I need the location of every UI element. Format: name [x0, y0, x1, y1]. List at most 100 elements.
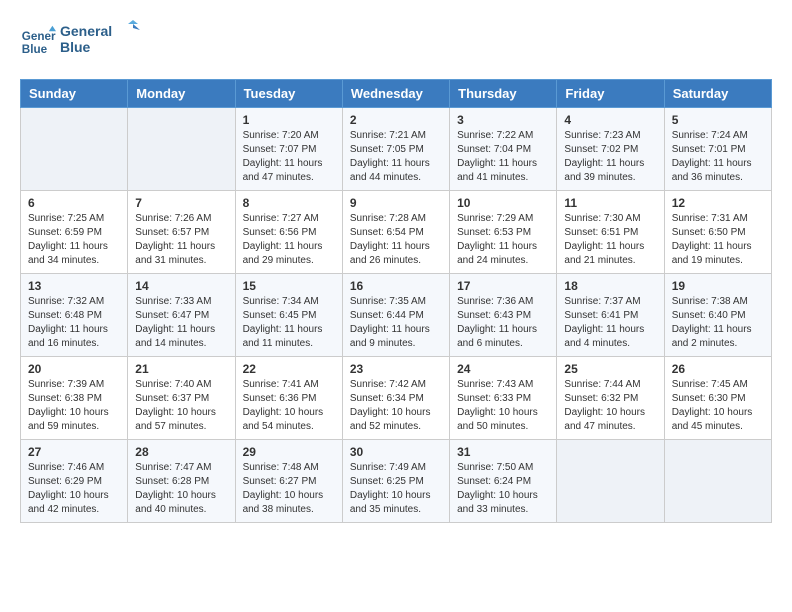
day-info: Sunrise: 7:38 AM Sunset: 6:40 PM Dayligh… [672, 295, 764, 351]
calendar-cell: 4 Sunrise: 7:23 AM Sunset: 7:02 PM Daylig… [557, 108, 664, 191]
calendar-cell: 25 Sunrise: 7:44 AM Sunset: 6:32 PM Dayli… [557, 357, 664, 440]
calendar-cell: 19 Sunrise: 7:38 AM Sunset: 6:40 PM Dayli… [664, 274, 771, 357]
calendar-cell: 7 Sunrise: 7:26 AM Sunset: 6:57 PM Daylig… [128, 191, 235, 274]
day-of-week-header: Wednesday [342, 80, 449, 108]
calendar-cell: 20 Sunrise: 7:39 AM Sunset: 6:38 PM Dayli… [21, 357, 128, 440]
day-info: Sunrise: 7:39 AM Sunset: 6:38 PM Dayligh… [28, 378, 120, 434]
day-of-week-header: Thursday [450, 80, 557, 108]
day-info: Sunrise: 7:47 AM Sunset: 6:28 PM Dayligh… [135, 461, 227, 517]
day-number: 4 [564, 113, 656, 127]
day-number: 10 [457, 196, 549, 210]
day-number: 18 [564, 279, 656, 293]
calendar-cell: 18 Sunrise: 7:37 AM Sunset: 6:41 PM Dayli… [557, 274, 664, 357]
day-info: Sunrise: 7:25 AM Sunset: 6:59 PM Dayligh… [28, 212, 120, 268]
calendar-cell [128, 108, 235, 191]
calendar-cell: 16 Sunrise: 7:35 AM Sunset: 6:44 PM Dayli… [342, 274, 449, 357]
logo-graphic: General Blue [60, 20, 140, 58]
svg-text:General: General [60, 23, 112, 39]
day-of-week-header: Tuesday [235, 80, 342, 108]
day-info: Sunrise: 7:44 AM Sunset: 6:32 PM Dayligh… [564, 378, 656, 434]
day-number: 17 [457, 279, 549, 293]
day-info: Sunrise: 7:30 AM Sunset: 6:51 PM Dayligh… [564, 212, 656, 268]
calendar-cell [557, 440, 664, 523]
day-of-week-header: Friday [557, 80, 664, 108]
calendar-cell: 21 Sunrise: 7:40 AM Sunset: 6:37 PM Dayli… [128, 357, 235, 440]
calendar-cell: 1 Sunrise: 7:20 AM Sunset: 7:07 PM Daylig… [235, 108, 342, 191]
calendar-cell: 30 Sunrise: 7:49 AM Sunset: 6:25 PM Dayli… [342, 440, 449, 523]
day-number: 2 [350, 113, 442, 127]
calendar-cell: 11Sunrise: 7:30 AM Sunset: 6:51 PM Dayli… [557, 191, 664, 274]
day-number: 12 [672, 196, 764, 210]
day-of-week-header: Saturday [664, 80, 771, 108]
day-number: 20 [28, 362, 120, 376]
calendar-table: SundayMondayTuesdayWednesdayThursdayFrid… [20, 79, 772, 523]
day-info: Sunrise: 7:28 AM Sunset: 6:54 PM Dayligh… [350, 212, 442, 268]
day-info: Sunrise: 7:21 AM Sunset: 7:05 PM Dayligh… [350, 129, 442, 185]
day-info: Sunrise: 7:32 AM Sunset: 6:48 PM Dayligh… [28, 295, 120, 351]
day-number: 15 [243, 279, 335, 293]
day-info: Sunrise: 7:31 AM Sunset: 6:50 PM Dayligh… [672, 212, 764, 268]
calendar-cell: 29Sunrise: 7:48 AM Sunset: 6:27 PM Dayli… [235, 440, 342, 523]
day-info: Sunrise: 7:33 AM Sunset: 6:47 PM Dayligh… [135, 295, 227, 351]
calendar-cell: 31Sunrise: 7:50 AM Sunset: 6:24 PM Dayli… [450, 440, 557, 523]
calendar-cell: 12 Sunrise: 7:31 AM Sunset: 6:50 PM Dayli… [664, 191, 771, 274]
day-info: Sunrise: 7:35 AM Sunset: 6:44 PM Dayligh… [350, 295, 442, 351]
day-number: 19 [672, 279, 764, 293]
day-info: Sunrise: 7:27 AM Sunset: 6:56 PM Dayligh… [243, 212, 335, 268]
day-number: 3 [457, 113, 549, 127]
day-number: 28 [135, 445, 227, 459]
day-info: Sunrise: 7:34 AM Sunset: 6:45 PM Dayligh… [243, 295, 335, 351]
calendar-cell: 9 Sunrise: 7:28 AM Sunset: 6:54 PM Daylig… [342, 191, 449, 274]
day-number: 9 [350, 196, 442, 210]
calendar-cell [21, 108, 128, 191]
day-info: Sunrise: 7:48 AM Sunset: 6:27 PM Dayligh… [243, 461, 335, 517]
calendar-cell: 13Sunrise: 7:32 AM Sunset: 6:48 PM Dayli… [21, 274, 128, 357]
calendar-cell: 3 Sunrise: 7:22 AM Sunset: 7:04 PM Daylig… [450, 108, 557, 191]
day-number: 1 [243, 113, 335, 127]
calendar-cell: 26 Sunrise: 7:45 AM Sunset: 6:30 PM Dayli… [664, 357, 771, 440]
day-number: 7 [135, 196, 227, 210]
calendar-cell: 28 Sunrise: 7:47 AM Sunset: 6:28 PM Dayli… [128, 440, 235, 523]
day-number: 5 [672, 113, 764, 127]
day-number: 30 [350, 445, 442, 459]
day-info: Sunrise: 7:36 AM Sunset: 6:43 PM Dayligh… [457, 295, 549, 351]
svg-text:Blue: Blue [22, 42, 48, 55]
calendar-cell: 2 Sunrise: 7:21 AM Sunset: 7:05 PM Daylig… [342, 108, 449, 191]
day-info: Sunrise: 7:20 AM Sunset: 7:07 PM Dayligh… [243, 129, 335, 185]
calendar-cell: 23 Sunrise: 7:42 AM Sunset: 6:34 PM Dayli… [342, 357, 449, 440]
day-number: 23 [350, 362, 442, 376]
page-header: General Blue General Blue [20, 20, 772, 63]
calendar-cell: 24Sunrise: 7:43 AM Sunset: 6:33 PM Dayli… [450, 357, 557, 440]
day-number: 21 [135, 362, 227, 376]
day-number: 27 [28, 445, 120, 459]
day-number: 16 [350, 279, 442, 293]
day-info: Sunrise: 7:42 AM Sunset: 6:34 PM Dayligh… [350, 378, 442, 434]
day-info: Sunrise: 7:49 AM Sunset: 6:25 PM Dayligh… [350, 461, 442, 517]
calendar-cell: 14 Sunrise: 7:33 AM Sunset: 6:47 PM Dayli… [128, 274, 235, 357]
calendar-cell: 8Sunrise: 7:27 AM Sunset: 6:56 PM Daylig… [235, 191, 342, 274]
day-info: Sunrise: 7:22 AM Sunset: 7:04 PM Dayligh… [457, 129, 549, 185]
logo-icon: General Blue [20, 24, 56, 60]
svg-text:Blue: Blue [60, 39, 91, 55]
day-number: 14 [135, 279, 227, 293]
calendar-cell: 5 Sunrise: 7:24 AM Sunset: 7:01 PM Daylig… [664, 108, 771, 191]
day-of-week-header: Monday [128, 80, 235, 108]
calendar-cell: 15 Sunrise: 7:34 AM Sunset: 6:45 PM Dayli… [235, 274, 342, 357]
calendar-cell: 22Sunrise: 7:41 AM Sunset: 6:36 PM Dayli… [235, 357, 342, 440]
day-number: 24 [457, 362, 549, 376]
day-info: Sunrise: 7:37 AM Sunset: 6:41 PM Dayligh… [564, 295, 656, 351]
day-info: Sunrise: 7:45 AM Sunset: 6:30 PM Dayligh… [672, 378, 764, 434]
day-info: Sunrise: 7:46 AM Sunset: 6:29 PM Dayligh… [28, 461, 120, 517]
calendar-cell: 6Sunrise: 7:25 AM Sunset: 6:59 PM Daylig… [21, 191, 128, 274]
day-info: Sunrise: 7:23 AM Sunset: 7:02 PM Dayligh… [564, 129, 656, 185]
day-number: 25 [564, 362, 656, 376]
day-info: Sunrise: 7:29 AM Sunset: 6:53 PM Dayligh… [457, 212, 549, 268]
day-number: 31 [457, 445, 549, 459]
day-number: 26 [672, 362, 764, 376]
day-number: 22 [243, 362, 335, 376]
calendar-cell: 10 Sunrise: 7:29 AM Sunset: 6:53 PM Dayli… [450, 191, 557, 274]
day-info: Sunrise: 7:26 AM Sunset: 6:57 PM Dayligh… [135, 212, 227, 268]
calendar-cell [664, 440, 771, 523]
day-info: Sunrise: 7:24 AM Sunset: 7:01 PM Dayligh… [672, 129, 764, 185]
day-info: Sunrise: 7:40 AM Sunset: 6:37 PM Dayligh… [135, 378, 227, 434]
